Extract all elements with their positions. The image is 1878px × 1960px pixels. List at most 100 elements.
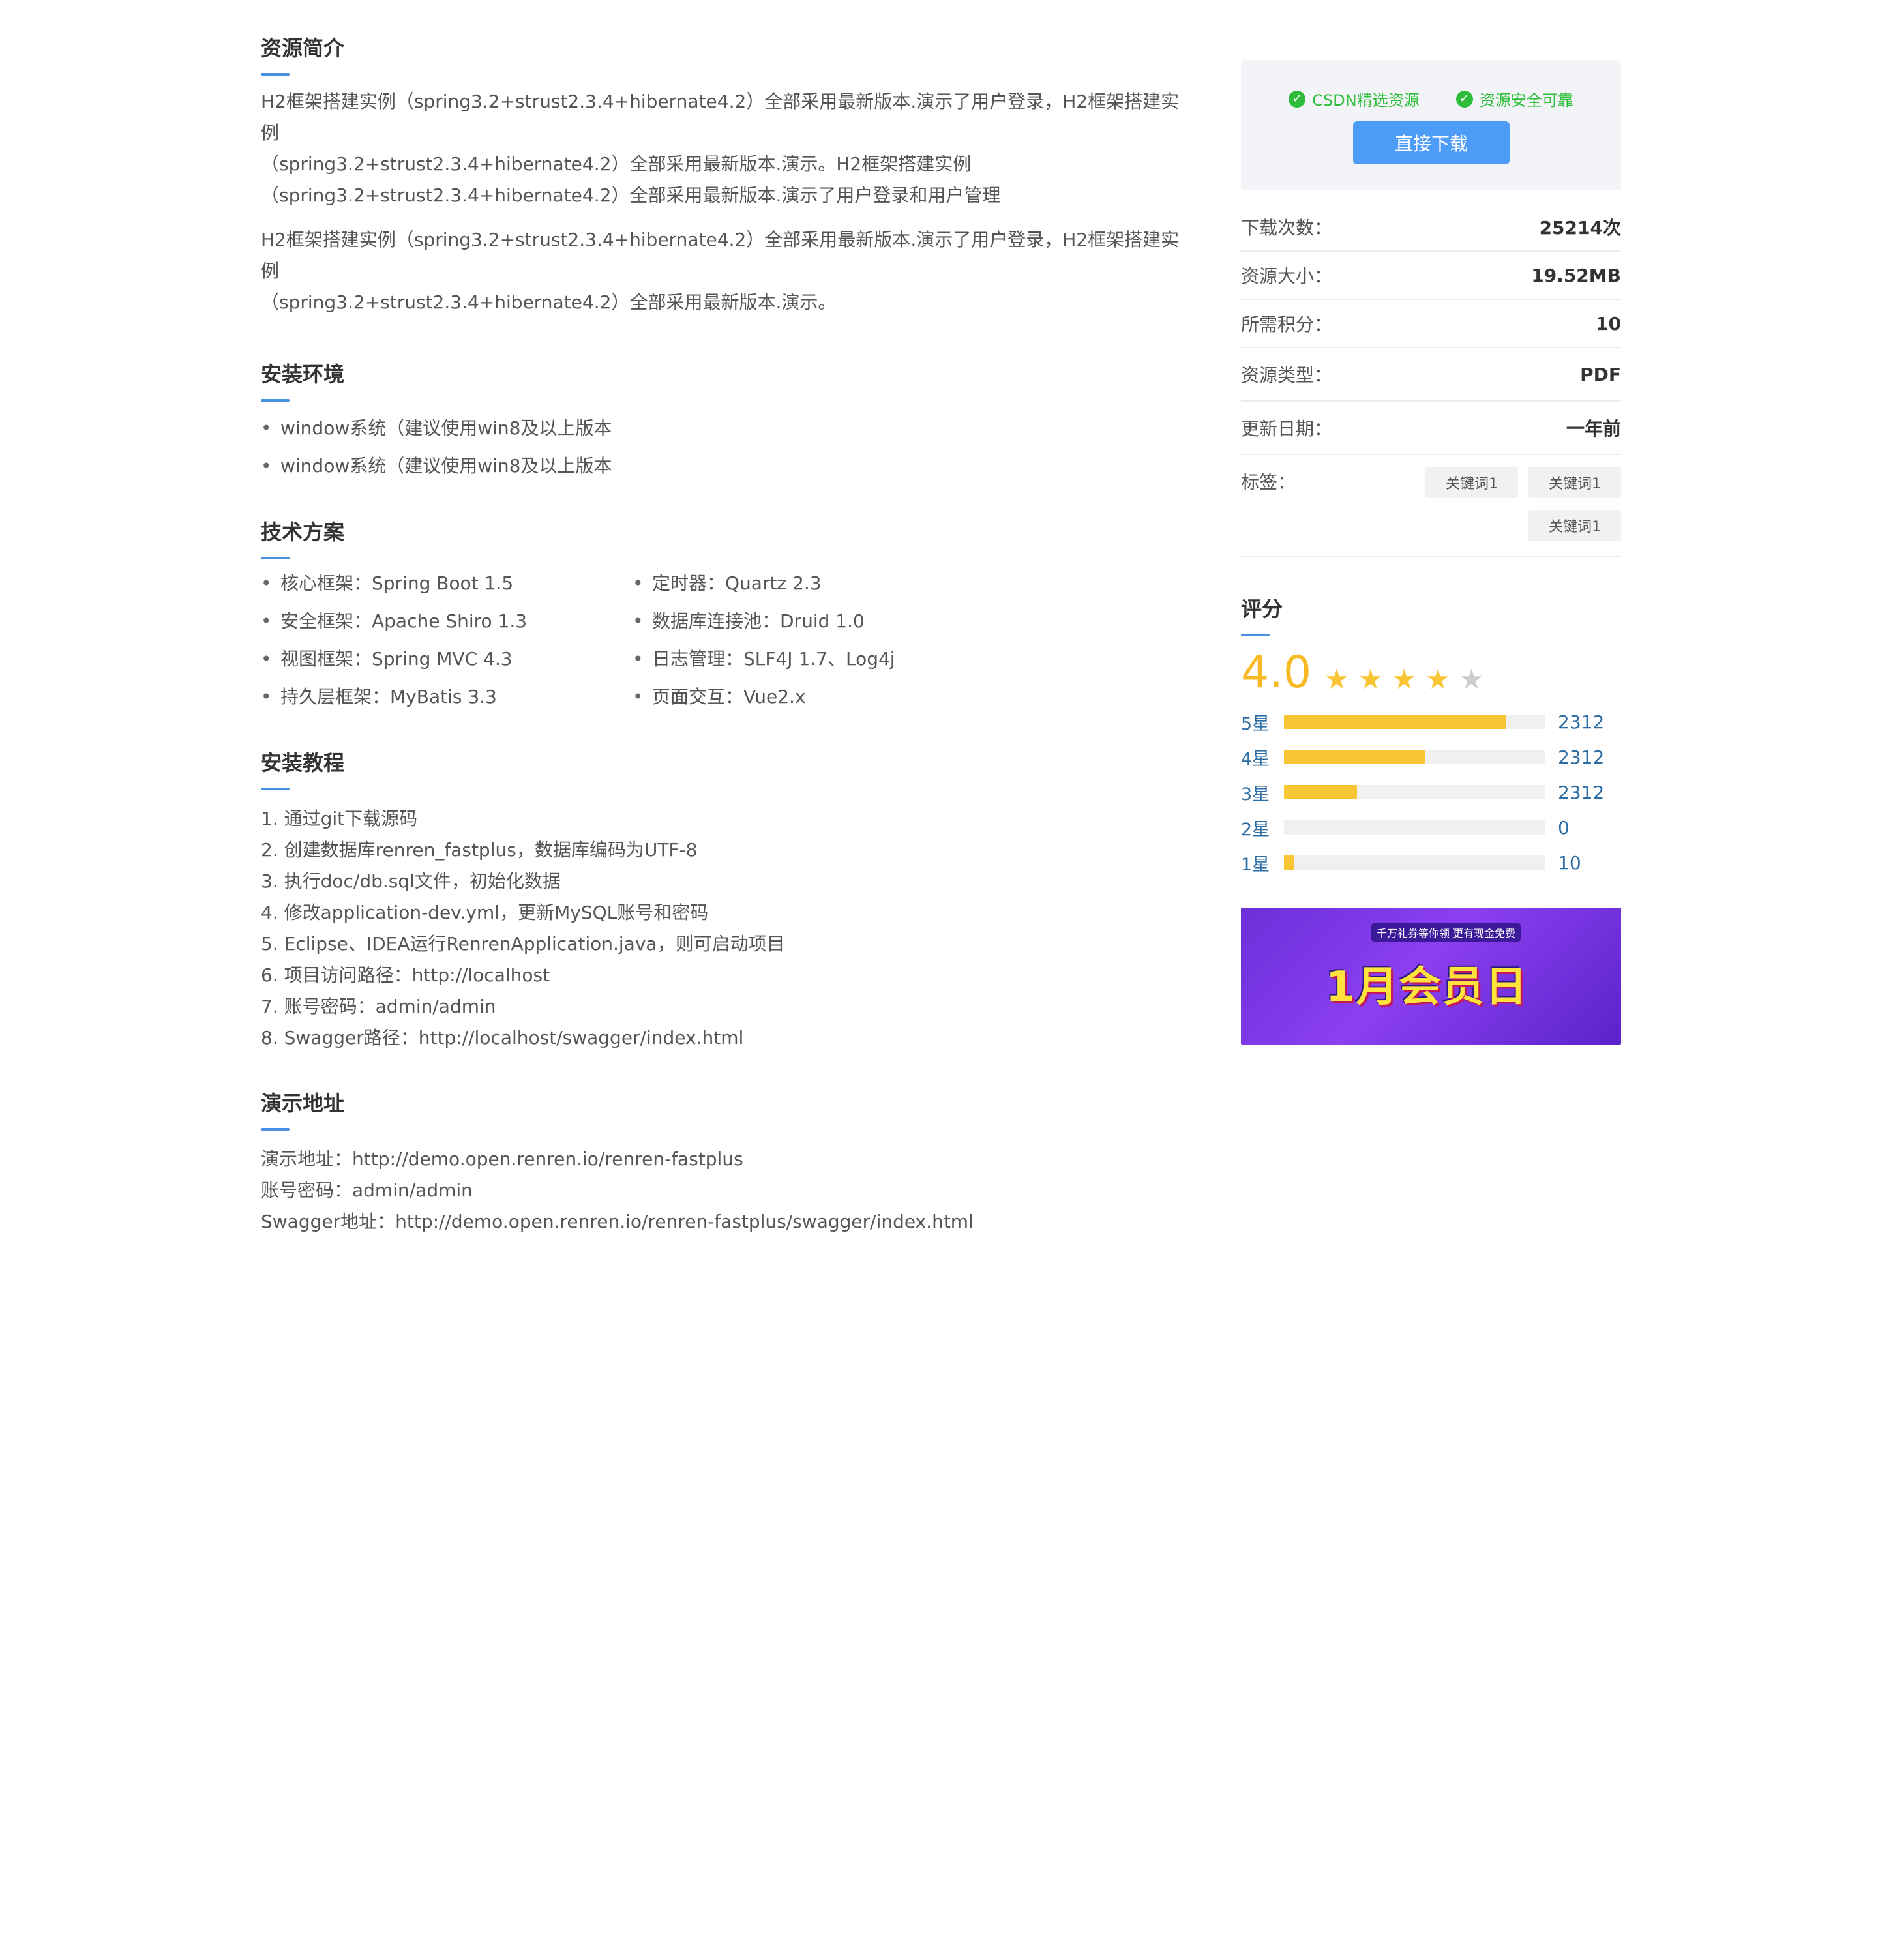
tech-item: 页面交互：Vue2.x: [633, 678, 1024, 716]
tutorial-step: 5. Eclipse、IDEA运行RenrenApplication.java，…: [261, 933, 785, 955]
tech-grid: 核心框架：Spring Boot 1.5 安全框架：Apache Shiro 1…: [261, 565, 1187, 716]
rating-dist-track: [1284, 855, 1545, 870]
rating-dist-row: 4星 2312: [1241, 739, 1621, 775]
download-button[interactable]: 直接下载: [1353, 121, 1510, 164]
banner-subtitle: 千万礼券等你领 更有现金免费: [1371, 923, 1521, 942]
tag-chip[interactable]: 关键词1: [1528, 510, 1621, 541]
intro-title: 资源简介: [261, 33, 1187, 76]
rating-dist-row: 3星 2312: [1241, 775, 1621, 810]
star-filled-icon: ★: [1425, 663, 1450, 695]
info-value: 19.52MB: [1531, 264, 1621, 286]
check-circle-icon: ✓: [1289, 90, 1306, 108]
download-box: ✓ CSDN精选资源 ✓ 资源安全可靠 直接下载: [1241, 60, 1621, 190]
rating-dist-count: 2312: [1558, 711, 1605, 733]
intro-paragraph-1: H2框架搭建实例（spring3.2+strust2.3.4+hibernate…: [261, 86, 1187, 211]
info-key: 下载次数：: [1241, 217, 1333, 239]
sidebar: ✓ CSDN精选资源 ✓ 资源安全可靠 直接下载 下载次数： 25214次 资源…: [1241, 60, 1621, 1045]
rating-dist-count: 2312: [1558, 781, 1605, 803]
safe-resource-badge: ✓ 资源安全可靠: [1455, 87, 1573, 110]
info-key: 资源大小：: [1241, 265, 1333, 287]
tag-chip[interactable]: 关键词1: [1528, 467, 1621, 498]
badge-label: CSDN精选资源: [1312, 91, 1420, 110]
tag-chip[interactable]: 关键词1: [1425, 467, 1518, 498]
trust-badges: ✓ CSDN精选资源 ✓ 资源安全可靠: [1241, 87, 1621, 110]
info-row-updated: 更新日期： 一年前: [1241, 402, 1621, 455]
tech-list-right: 定时器：Quartz 2.3 数据库连接池：Druid 1.0 日志管理：SLF…: [633, 565, 1024, 716]
info-value: 25214次: [1539, 217, 1621, 239]
demo-swagger-url: Swagger地址：http://demo.open.renren.io/ren…: [261, 1211, 974, 1232]
rating-dist-label: 2星: [1241, 819, 1270, 840]
rating-dist-fill: [1284, 785, 1357, 799]
tag-list: 关键词1 关键词1 关键词1: [1412, 467, 1621, 541]
env-item: window系统（建议使用win8及以上版本: [261, 447, 1187, 485]
env-list: window系统（建议使用win8及以上版本 window系统（建议使用win8…: [261, 409, 1187, 485]
tutorial-step: 2. 创建数据库renren_fastplus，数据库编码为UTF-8: [261, 839, 698, 861]
tech-section: 技术方案 核心框架：Spring Boot 1.5 安全框架：Apache Sh…: [261, 516, 1187, 716]
check-circle-icon: ✓: [1455, 90, 1473, 108]
tech-item: 视图框架：Spring MVC 4.3: [261, 640, 633, 678]
badge-label: 资源安全可靠: [1479, 91, 1573, 110]
intro-p1-line1: H2框架搭建实例（spring3.2+strust2.3.4+hibernate…: [261, 91, 1180, 143]
rating-dist-count: 0: [1558, 816, 1570, 839]
promo-banner[interactable]: 千万礼券等你领 更有现金免费 1月会员日: [1241, 908, 1621, 1045]
rating-dist-track: [1284, 820, 1545, 835]
rating-dist-fill: [1284, 750, 1425, 764]
tutorial-step: 7. 账号密码：admin/admin: [261, 996, 496, 1017]
demo-account: 账号密码：admin/admin: [261, 1180, 473, 1201]
tutorial-step: 1. 通过git下载源码: [261, 808, 418, 829]
tech-title: 技术方案: [261, 516, 1187, 559]
rating-score: 4.0: [1241, 647, 1312, 698]
demo-section: 演示地址 演示地址：http://demo.open.renren.io/ren…: [261, 1088, 1187, 1238]
rating-dist-label: 1星: [1241, 854, 1270, 875]
banner-title: 1月会员日: [1326, 963, 1528, 1011]
tech-item: 持久层框架：MyBatis 3.3: [261, 678, 633, 716]
env-item: window系统（建议使用win8及以上版本: [261, 409, 1187, 447]
tutorial-step: 4. 修改application-dev.yml，更新MySQL账号和密码: [261, 902, 709, 923]
csdn-selected-badge: ✓ CSDN精选资源: [1289, 87, 1420, 110]
rating-dist-row: 5星 2312: [1241, 704, 1621, 739]
star-filled-icon: ★: [1324, 663, 1349, 695]
tutorial-title: 安装教程: [261, 747, 1187, 790]
rating-dist-row: 2星 0: [1241, 810, 1621, 845]
rating-distribution: 5星 2312 4星 2312 3星 2312 2星 0 1星 10: [1241, 704, 1621, 880]
rating-title: 评分: [1241, 593, 1621, 636]
star-filled-icon: ★: [1392, 663, 1417, 695]
tech-list-left: 核心框架：Spring Boot 1.5 安全框架：Apache Shiro 1…: [261, 565, 633, 716]
star-rating: ★ ★ ★ ★ ★: [1324, 665, 1483, 694]
rating-dist-track: [1284, 785, 1545, 799]
tech-item: 日志管理：SLF4J 1.7、Log4j: [633, 640, 1024, 678]
info-key: 所需积分：: [1241, 314, 1333, 335]
tutorial-step: 8. Swagger路径：http://localhost/swagger/in…: [261, 1027, 744, 1048]
tech-item: 定时器：Quartz 2.3: [633, 565, 1024, 602]
info-row-points: 所需积分： 10: [1241, 300, 1621, 348]
intro-p1-line2: （spring3.2+strust2.3.4+hibernate4.2）全部采用…: [261, 153, 972, 175]
intro-p2-line2: （spring3.2+strust2.3.4+hibernate4.2）全部采用…: [261, 291, 837, 313]
tech-item: 核心框架：Spring Boot 1.5: [261, 565, 633, 602]
info-value: 10: [1596, 312, 1621, 334]
star-empty-icon: ★: [1459, 663, 1484, 695]
info-row-downloads: 下载次数： 25214次: [1241, 203, 1621, 252]
info-table: 下载次数： 25214次 资源大小： 19.52MB 所需积分： 10 资源类型…: [1241, 203, 1621, 557]
info-key: 资源类型：: [1241, 364, 1333, 386]
intro-p2-line1: H2框架搭建实例（spring3.2+strust2.3.4+hibernate…: [261, 229, 1180, 282]
rating-dist-row: 1星 10: [1241, 845, 1621, 880]
tags-label: 标签：: [1241, 471, 1296, 493]
tutorial-step: 6. 项目访问路径：http://localhost: [261, 964, 550, 986]
tech-item: 数据库连接池：Druid 1.0: [633, 602, 1024, 640]
score-line: 4.0 ★ ★ ★ ★ ★: [1241, 647, 1621, 699]
tech-item: 安全框架：Apache Shiro 1.3: [261, 602, 633, 640]
rating-dist-label: 5星: [1241, 713, 1270, 734]
rating-dist-fill: [1284, 715, 1506, 729]
demo-url: 演示地址：http://demo.open.renren.io/renren-f…: [261, 1148, 743, 1170]
intro-paragraph-2: H2框架搭建实例（spring3.2+strust2.3.4+hibernate…: [261, 224, 1187, 318]
info-value: 一年前: [1566, 418, 1621, 439]
tutorial-steps: 1. 通过git下载源码 2. 创建数据库renren_fastplus，数据库…: [261, 803, 1187, 1054]
rating-dist-count: 2312: [1558, 746, 1605, 768]
rating-dist-label: 4星: [1241, 749, 1270, 769]
tags-row: 标签： 关键词1 关键词1 关键词1: [1241, 455, 1621, 557]
info-value: PDF: [1580, 363, 1621, 385]
env-section: 安装环境 window系统（建议使用win8及以上版本 window系统（建议使…: [261, 359, 1187, 485]
info-row-size: 资源大小： 19.52MB: [1241, 252, 1621, 300]
star-filled-icon: ★: [1358, 663, 1383, 695]
rating-dist-track: [1284, 715, 1545, 729]
